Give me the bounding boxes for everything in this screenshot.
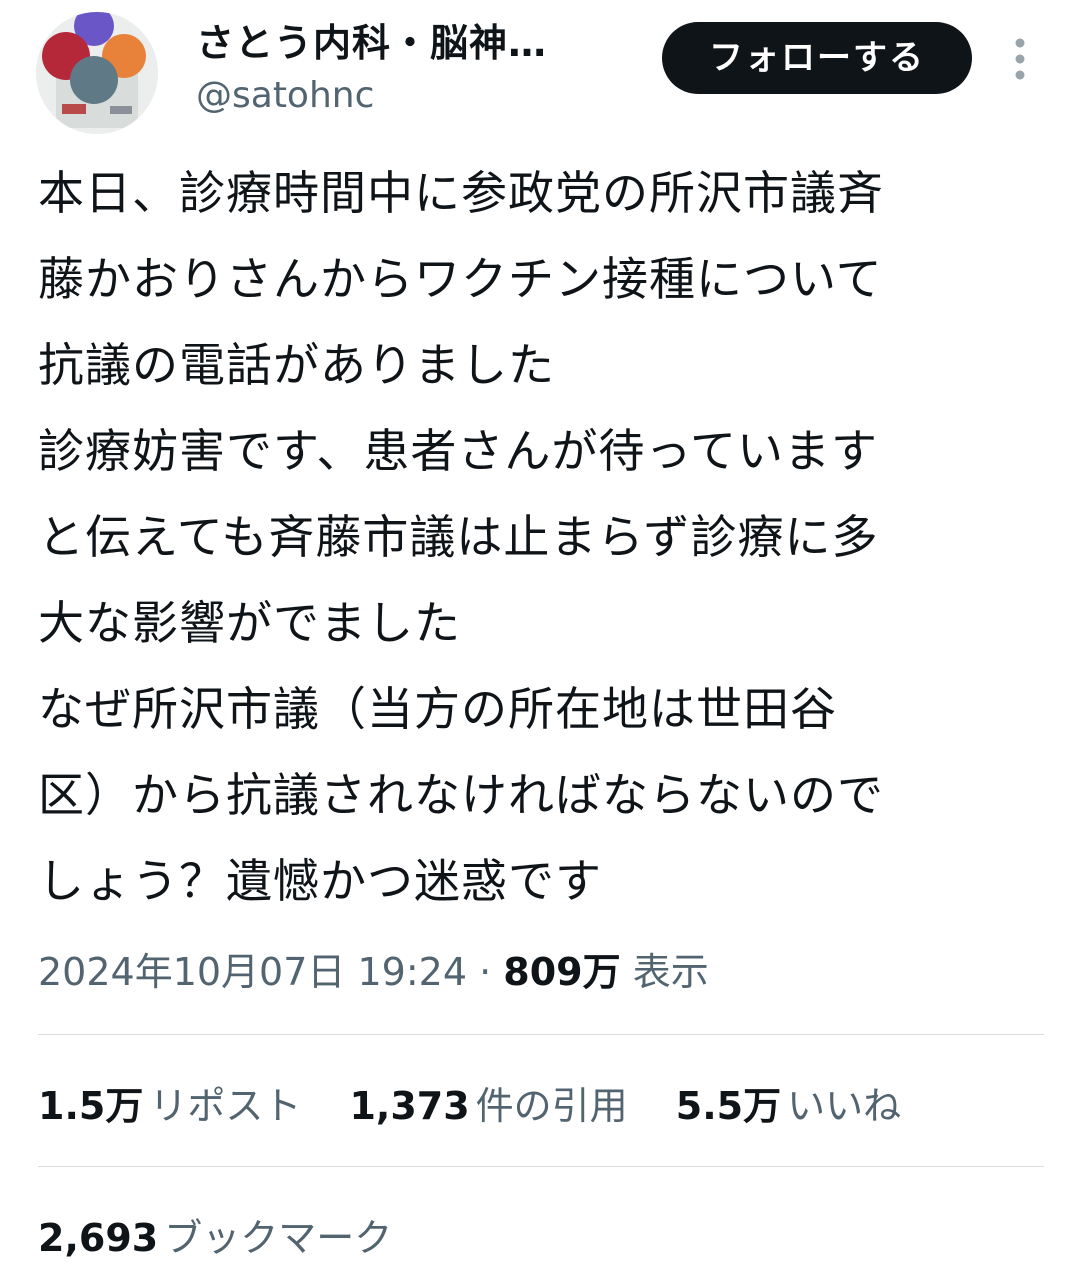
divider-top [38,1034,1044,1035]
tweet-text-line: 抗議の電話がありました [38,338,555,392]
avatar[interactable] [36,12,158,134]
likes-stat[interactable]: 5.5万 いいね [676,1078,901,1134]
bookmarks-stat[interactable]: 2,693 ブックマーク [38,1210,428,1266]
display-name[interactable]: さとう内科・脳神… [196,18,547,68]
likes-count: 5.5万 [675,1084,782,1128]
quotes-label: 件の引用 [475,1084,628,1128]
reposts-stat[interactable]: 1.5万 リポスト [38,1078,301,1134]
likes-label: いいね [787,1084,902,1128]
meta-separator: · [467,950,504,994]
divider-bottom [38,1166,1044,1167]
quotes-count: 1,373 [349,1084,470,1128]
user-handle[interactable]: @satohnc [196,74,374,118]
tweet-text-line: と伝えても斉藤市議は止まらず診療に多 [38,510,879,564]
more-vertical-icon[interactable] [1005,36,1035,82]
bookmarks-count: 2,693 [38,1216,159,1260]
reposts-label: リポスト [149,1084,302,1128]
follow-button[interactable]: フォローする [662,22,972,94]
tweet-text-line: 藤かおりさんからワクチン接種について [38,252,883,306]
quotes-stat[interactable]: 1,373 件の引用 [349,1078,627,1134]
bookmarks-label: ブックマーク [164,1216,393,1260]
tweet-text-line: 診療妨害です、患者さんが待っています [38,424,879,478]
tweet-text-line: 本日、診療時間中に参政党の所沢市議斉 [38,166,884,220]
tweet-text-line: しょう？遺憾かつ迷惑です [38,854,602,908]
tweet-text-line: 大な影響がでました [38,596,461,650]
tweet-meta: 2024年10月07日 19:24 · 809万 表示 [38,944,709,1000]
tweet-text-line: なぜ所沢市議（当方の所在地は世田谷 [38,682,837,736]
tweet-timestamp[interactable]: 2024年10月07日 19:24 [38,950,467,994]
tweet-text: 本日、診療時間中に参政党の所沢市議斉 藤かおりさんからワクチン接種について 抗議… [38,150,1048,924]
reposts-count: 1.5万 [38,1084,144,1128]
engagement-stats: 1.5万 リポスト 1,373 件の引用 5.5万 いいね [38,1078,937,1134]
views-count: 809万 [503,950,621,994]
views-label: 表示 [632,950,709,994]
bookmarks-stat-inner: 2,693 ブックマーク [38,1210,392,1266]
avatar-vial-caps-icon [36,12,158,134]
tweet-text-line: 区）から抗議されなければならないので [38,768,884,822]
tweet-header: さとう内科・脳神… @satohnc フォローする [0,0,1080,140]
